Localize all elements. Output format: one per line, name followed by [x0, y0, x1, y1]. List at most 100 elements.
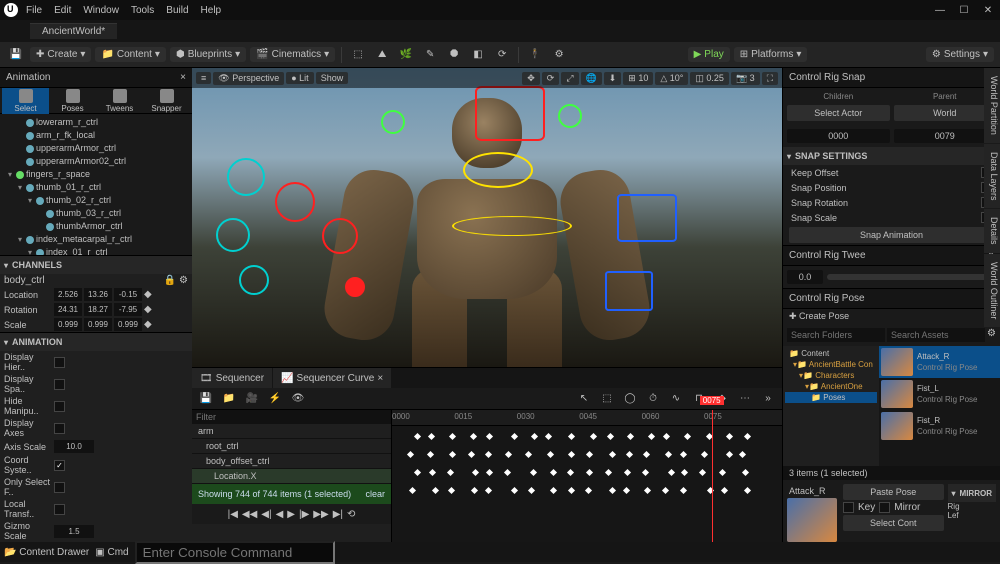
- content-drawer-button[interactable]: 📂 Content Drawer: [4, 547, 89, 558]
- seq-track[interactable]: body_offset_ctrl: [192, 454, 391, 469]
- transport-next-icon[interactable]: ▶▶: [313, 509, 328, 520]
- mode-pose-icon[interactable]: 🕴: [525, 45, 545, 65]
- console-input[interactable]: [135, 541, 335, 564]
- mode-foliage-icon[interactable]: 🌿: [396, 45, 416, 65]
- opt-input[interactable]: [54, 525, 94, 538]
- opt-checkbox[interactable]: [54, 401, 65, 412]
- seq-render-icon[interactable]: 🎥: [242, 389, 262, 409]
- menu-file[interactable]: File: [26, 5, 42, 16]
- opt-checkbox[interactable]: [54, 423, 65, 434]
- seq-track[interactable]: Location.X: [192, 469, 391, 484]
- viewport-show[interactable]: Show: [316, 72, 349, 84]
- mode-select[interactable]: Select: [2, 88, 49, 114]
- transform-scale-icon[interactable]: ⤢: [561, 72, 578, 85]
- tree-item[interactable]: ▾index_01_r_ctrl: [0, 246, 192, 255]
- mode-anim-icon[interactable]: ⟳: [492, 45, 512, 65]
- scale-x[interactable]: [54, 318, 82, 331]
- seq-track[interactable]: arm: [192, 424, 391, 439]
- tween-slider[interactable]: [827, 274, 996, 280]
- seq-expand-icon[interactable]: »: [758, 389, 778, 409]
- mode-select-icon[interactable]: ⬚: [348, 45, 368, 65]
- seq-clear[interactable]: clear: [365, 489, 385, 499]
- rig-control[interactable]: [558, 104, 582, 128]
- menu-window[interactable]: Window: [83, 5, 119, 16]
- mode-mesh-icon[interactable]: ✎: [420, 45, 440, 65]
- tree-item[interactable]: upperarmArmor_ctrl: [0, 142, 192, 155]
- mode-fracture-icon[interactable]: ⯃: [444, 45, 464, 65]
- create-button[interactable]: ✚ Create ▾: [30, 47, 91, 62]
- rig-control[interactable]: [381, 110, 405, 134]
- seq-time-icon[interactable]: ⏱: [643, 389, 663, 409]
- seq-filter-input[interactable]: [192, 410, 391, 424]
- tree-item[interactable]: ▾thumb_01_r_ctrl: [0, 181, 192, 194]
- rig-control[interactable]: [605, 271, 653, 311]
- transport-end-icon[interactable]: ▶|: [333, 509, 343, 520]
- camera-speed[interactable]: 📷 3: [731, 72, 760, 85]
- mode-tweens[interactable]: Tweens: [96, 88, 143, 114]
- seq-save-icon[interactable]: 💾: [196, 389, 216, 409]
- frame-start[interactable]: 0000: [787, 129, 890, 143]
- seq-view-icon[interactable]: 👁: [288, 389, 308, 409]
- tree-item[interactable]: ▾index_metacarpal_r_ctrl: [0, 233, 192, 246]
- transform-move-icon[interactable]: ✥: [522, 72, 540, 85]
- viewport-menu[interactable]: ≡: [196, 72, 211, 84]
- vtab-world-partition[interactable]: World Partition: [984, 68, 1000, 143]
- content-button[interactable]: 📁 Content ▾: [95, 47, 166, 62]
- rig-control[interactable]: [227, 158, 265, 196]
- seq-curve-icon[interactable]: ∿: [666, 389, 686, 409]
- transport-reverse-icon[interactable]: ◀: [276, 509, 284, 520]
- create-pose-button[interactable]: ✚ Create Pose: [789, 311, 849, 321]
- snap-surface-icon[interactable]: ⬇: [604, 72, 622, 85]
- rotation-z[interactable]: [114, 303, 142, 316]
- viewport-perspective[interactable]: 👁 Perspective: [213, 72, 284, 85]
- timeline[interactable]: 000000150030004500600075: [392, 410, 782, 542]
- seq-browse-icon[interactable]: 📁: [219, 389, 239, 409]
- opt-checkbox[interactable]: [54, 357, 65, 368]
- seq-select-icon[interactable]: ↖: [574, 389, 594, 409]
- tree-item[interactable]: ▾fingers_r_space: [0, 168, 192, 181]
- viewport-lit[interactable]: ● Lit: [286, 72, 313, 84]
- transport-stepback-icon[interactable]: ◀|: [261, 509, 271, 520]
- rig-control[interactable]: [216, 218, 250, 252]
- rig-control[interactable]: [275, 182, 315, 222]
- key-checkbox[interactable]: [843, 502, 854, 513]
- tree-item[interactable]: thumb_03_r_ctrl: [0, 207, 192, 220]
- viewport-maximize-icon[interactable]: ⛶: [762, 72, 778, 85]
- tween-value[interactable]: 0.0: [787, 270, 823, 284]
- tree-item[interactable]: upperarmArmor02_ctrl: [0, 155, 192, 168]
- rig-hierarchy-tree[interactable]: lowerarm_r_ctrlarm_r_fk_localupperarmArm…: [0, 114, 192, 255]
- rig-control[interactable]: [322, 218, 358, 254]
- mirror-checkbox[interactable]: [879, 502, 890, 513]
- transport-prev-icon[interactable]: ◀◀: [242, 509, 257, 520]
- select-controls-button[interactable]: Select Cont: [843, 515, 944, 531]
- seq-track[interactable]: root_ctrl: [192, 439, 391, 454]
- snap-settings-section[interactable]: SNAP SETTINGS: [783, 147, 1000, 165]
- opt-checkbox[interactable]: [54, 460, 65, 471]
- scale-snap[interactable]: ◫ 0.25: [690, 72, 729, 85]
- menu-build[interactable]: Build: [166, 5, 188, 16]
- vtab-data-layers[interactable]: Data Layers: [984, 144, 1000, 209]
- viewport[interactable]: ≡ 👁 Perspective ● Lit Show ✥ ⟳ ⤢ 🌐 ⬇ ⊞ 1…: [192, 68, 782, 367]
- seq-actions-icon[interactable]: ⚡: [265, 389, 285, 409]
- opt-checkbox[interactable]: [54, 482, 65, 493]
- rig-control[interactable]: [452, 216, 572, 236]
- location-z[interactable]: [114, 288, 142, 301]
- search-folders-input[interactable]: [787, 328, 885, 342]
- vtab-world-outliner[interactable]: World Outliner: [984, 254, 1000, 327]
- opt-input[interactable]: [54, 440, 94, 453]
- playhead[interactable]: [712, 410, 713, 542]
- location-x[interactable]: [54, 288, 82, 301]
- window-close[interactable]: ✕: [980, 5, 996, 16]
- save-icon[interactable]: 💾: [6, 45, 26, 65]
- blueprints-button[interactable]: ⬢ Blueprints ▾: [170, 47, 246, 62]
- transform-rotate-icon[interactable]: ⟳: [542, 72, 560, 85]
- location-y[interactable]: [84, 288, 112, 301]
- mode-snapper[interactable]: Snapper: [143, 88, 190, 114]
- grid-snap[interactable]: ⊞ 10: [623, 72, 653, 85]
- scale-z[interactable]: [114, 318, 142, 331]
- rotation-y[interactable]: [84, 303, 112, 316]
- tree-item[interactable]: thumbArmor_ctrl: [0, 220, 192, 233]
- tree-item[interactable]: arm_r_fk_local: [0, 129, 192, 142]
- world-button[interactable]: World: [894, 105, 997, 121]
- platforms-button[interactable]: ⊞ Platforms ▾: [734, 47, 808, 62]
